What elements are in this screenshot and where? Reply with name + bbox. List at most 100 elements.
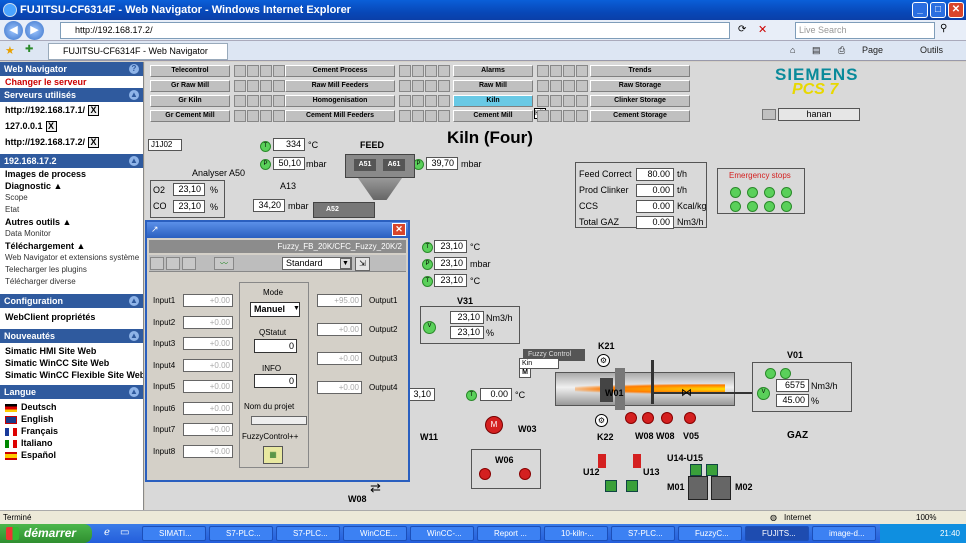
nav-slot-button[interactable]: [234, 65, 246, 77]
collapse-icon[interactable]: ▲: [129, 296, 139, 306]
taskbar-item[interactable]: Report ...: [477, 526, 541, 541]
nav-slot-button[interactable]: [425, 110, 437, 122]
nav-slot-button[interactable]: [399, 95, 411, 107]
nav-button[interactable]: Gr Raw Mill: [150, 80, 230, 92]
emergency-stop-icon[interactable]: [730, 187, 741, 198]
taskbar-item[interactable]: FuzzyC...: [678, 526, 742, 541]
remove-server-icon[interactable]: X: [88, 104, 100, 116]
collapse-icon[interactable]: ▲: [129, 387, 139, 397]
back-button[interactable]: ◀: [4, 21, 23, 40]
stop-icon[interactable]: ✕: [758, 23, 767, 36]
nav-slot-button[interactable]: [537, 110, 549, 122]
input-field[interactable]: +0.00: [183, 380, 233, 393]
nav-slot-button[interactable]: [438, 95, 450, 107]
news-link[interactable]: Simatic WinCC Site Web: [0, 357, 143, 369]
taskbar-item[interactable]: SIMATI...: [142, 526, 206, 541]
taskbar-item[interactable]: FUJITS...: [745, 526, 809, 541]
print-icon[interactable]: ⎙: [838, 45, 845, 56]
taskbar-item[interactable]: S7-PLC...: [276, 526, 340, 541]
sidebar-item[interactable]: Téléchargement ▲: [0, 240, 143, 252]
nav-button[interactable]: Clinker Storage: [590, 95, 690, 107]
motor-w06-icon[interactable]: [479, 468, 491, 480]
u14-button[interactable]: [690, 464, 702, 476]
taskbar-item[interactable]: image-d...: [812, 526, 876, 541]
taskbar-item[interactable]: WinCCE...: [343, 526, 407, 541]
toolbar-button[interactable]: [150, 257, 164, 270]
motor-w08-icon[interactable]: [642, 412, 654, 424]
nav-slot-button[interactable]: [234, 95, 246, 107]
nav-slot-button[interactable]: [412, 65, 424, 77]
refresh-icon[interactable]: ⟳: [738, 24, 746, 35]
collapse-icon[interactable]: ▲: [129, 90, 139, 100]
nav-slot-button[interactable]: [563, 80, 575, 92]
nav-button[interactable]: Raw Mill Feeders: [285, 80, 395, 92]
language-italiano[interactable]: Italiano: [0, 437, 143, 449]
nav-slot-button[interactable]: [247, 95, 259, 107]
add-favorite-icon[interactable]: ✚: [25, 44, 33, 55]
nav-slot-button[interactable]: [412, 95, 424, 107]
nav-slot-button[interactable]: [563, 95, 575, 107]
nav-button[interactable]: Cement Mill: [453, 110, 533, 122]
nav-slot-button[interactable]: [273, 65, 285, 77]
nav-slot-button[interactable]: [576, 95, 588, 107]
emergency-stop-icon[interactable]: [747, 187, 758, 198]
nav-slot-button[interactable]: [537, 65, 549, 77]
input-field[interactable]: +0.00: [183, 401, 233, 415]
fan-k21-icon[interactable]: ⚙: [597, 354, 610, 367]
input-field[interactable]: +0.00: [183, 315, 233, 329]
nav-slot-button[interactable]: [260, 80, 272, 92]
nav-slot-button[interactable]: [247, 110, 259, 122]
server-item[interactable]: 127.0.0.1 X: [0, 118, 143, 134]
tools-menu[interactable]: Outils: [920, 45, 943, 55]
nav-slot-button[interactable]: [576, 110, 588, 122]
browser-tab[interactable]: FUJITSU-CF6314F - Web Navigator: [48, 43, 228, 60]
sidebar-item[interactable]: Télécharger diverse: [0, 276, 143, 288]
nav-slot-button[interactable]: [438, 110, 450, 122]
news-link[interactable]: Simatic HMI Site Web: [0, 345, 143, 357]
emergency-stop-icon[interactable]: [781, 187, 792, 198]
remove-server-icon[interactable]: X: [88, 136, 100, 148]
nav-slot-button[interactable]: [576, 80, 588, 92]
motor-v05-icon[interactable]: [661, 412, 673, 424]
zoom-label[interactable]: 100%: [916, 511, 936, 524]
nav-slot-button[interactable]: [576, 65, 588, 77]
nav-slot-button[interactable]: [537, 80, 549, 92]
nav-slot-button[interactable]: [438, 80, 450, 92]
nav-button[interactable]: Trends: [590, 65, 690, 77]
u12-button[interactable]: [605, 480, 617, 492]
collapse-icon[interactable]: ▲: [129, 156, 139, 166]
nav-slot-button[interactable]: [563, 110, 575, 122]
sidebar-item[interactable]: Images de process: [0, 168, 143, 180]
address-input[interactable]: http://192.168.17.2/: [60, 22, 730, 39]
news-link[interactable]: Simatic WinCC Flexible Site Web: [0, 369, 143, 381]
search-input[interactable]: Live Search: [795, 22, 935, 39]
nav-slot-button[interactable]: [550, 95, 562, 107]
motor-w08-icon[interactable]: [625, 412, 637, 424]
sidebar-item[interactable]: Diagnostic ▲: [0, 180, 143, 192]
nav-slot-button[interactable]: [399, 80, 411, 92]
input-field[interactable]: +0.00: [183, 358, 233, 372]
nav-slot-button[interactable]: [412, 80, 424, 92]
sidebar-item[interactable]: Scope: [0, 192, 143, 204]
emergency-stop-icon[interactable]: [764, 187, 775, 198]
nav-slot-button[interactable]: [260, 110, 272, 122]
nav-slot-button[interactable]: [234, 80, 246, 92]
nav-slot-button[interactable]: [550, 110, 562, 122]
sidebar-item[interactable]: Autres outils ▲: [0, 216, 143, 228]
nav-slot-button[interactable]: [425, 65, 437, 77]
nav-button[interactable]: Raw Mill: [453, 80, 533, 92]
nav-button[interactable]: Raw Storage: [590, 80, 690, 92]
nav-slot-button[interactable]: [537, 95, 549, 107]
v31-valve-icon[interactable]: V: [423, 321, 436, 334]
nav-slot-button[interactable]: [247, 65, 259, 77]
u15-button[interactable]: [706, 464, 718, 476]
nav-button[interactable]: Gr Cement Mill: [150, 110, 230, 122]
u13-button[interactable]: [626, 480, 638, 492]
fuzzy-chart-icon[interactable]: ▦: [263, 446, 283, 464]
resize-icon[interactable]: ⇲: [355, 257, 370, 271]
project-scrollbar[interactable]: [251, 416, 307, 425]
quicklaunch-desktop-icon[interactable]: ▭: [120, 527, 129, 538]
dialog-title-bar[interactable]: ↗ ✕: [147, 222, 408, 238]
language-deutsch[interactable]: Deutsch: [0, 401, 143, 413]
input-field[interactable]: +0.00: [183, 423, 233, 436]
